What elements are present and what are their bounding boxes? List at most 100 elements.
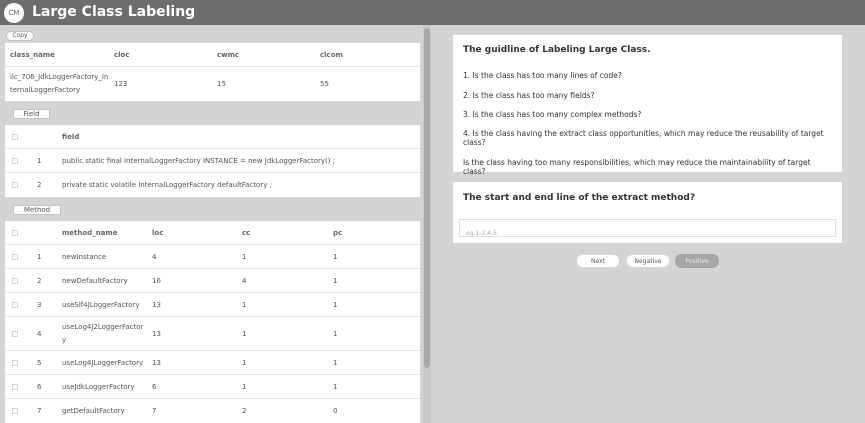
- method-pc: 1: [333, 277, 338, 285]
- method-name-line1: useLog4J2LoggerFactor: [62, 323, 144, 331]
- method-row-checkbox[interactable]: [12, 331, 18, 337]
- method-pc: 0: [333, 407, 338, 415]
- app-logo: CM: [4, 3, 24, 23]
- select-all-methods-checkbox[interactable]: [12, 230, 18, 236]
- method-name: useSlf4JLoggerFactory: [62, 301, 140, 309]
- col-pc: pc: [333, 229, 343, 237]
- cloc-value: 123: [114, 80, 128, 88]
- method-pc: 1: [333, 330, 338, 338]
- field-row-checkbox[interactable]: [12, 158, 18, 164]
- method-row-checkbox[interactable]: [12, 278, 18, 284]
- method-name: newInstance: [62, 253, 107, 261]
- field-table-header: field: [5, 125, 420, 149]
- extract-lines-input-wrapper[interactable]: [459, 219, 836, 242]
- method-cc: 1: [242, 359, 247, 367]
- method-row-checkbox[interactable]: [12, 302, 18, 308]
- guideline-item: 1. Is the class has too many lines of co…: [463, 71, 622, 80]
- left-scrollbar-thumb[interactable]: [424, 28, 430, 368]
- guideline-item: 2. Is the class has too many fields?: [463, 91, 595, 100]
- guideline-card: The guidline of Labeling Large Class. 1.…: [453, 35, 842, 176]
- method-section-tag: Method: [13, 205, 61, 215]
- method-row[interactable]: 2 newDefaultFactory 16 4 1: [5, 269, 420, 293]
- method-loc: 16: [152, 277, 161, 285]
- method-row[interactable]: 6 useJdkLoggerFactory 6 1 1: [5, 375, 420, 399]
- method-row-number: 6: [37, 383, 42, 391]
- field-row-number: 1: [37, 157, 42, 165]
- method-row[interactable]: 7 getDefaultFactory 7 2 0: [5, 399, 420, 423]
- method-cc: 4: [242, 277, 247, 285]
- method-row[interactable]: 4 useLog4J2LoggerFactor y 13 1 1: [5, 317, 420, 351]
- negative-button[interactable]: Negative: [626, 254, 670, 268]
- extract-lines-input[interactable]: [460, 225, 835, 242]
- clcom-value: 55: [320, 80, 329, 88]
- method-cc: 2: [242, 407, 247, 415]
- cwmc-value: 15: [217, 80, 226, 88]
- field-row-number: 2: [37, 181, 42, 189]
- method-cc: 1: [242, 330, 247, 338]
- method-row-number: 4: [37, 330, 42, 338]
- method-loc: 7: [152, 407, 157, 415]
- field-section-tag: Field: [13, 109, 50, 119]
- method-row-number: 2: [37, 277, 42, 285]
- method-row-number: 5: [37, 359, 42, 367]
- method-row[interactable]: 1 newInstance 4 1 1: [5, 245, 420, 269]
- method-row-checkbox[interactable]: [12, 254, 18, 260]
- method-loc: 13: [152, 359, 161, 367]
- method-pc: 1: [333, 359, 338, 367]
- col-cc: cc: [242, 229, 251, 237]
- method-row-number: 7: [37, 407, 42, 415]
- method-row[interactable]: 5 useLog4JLoggerFactory 13 1 1: [5, 351, 420, 375]
- col-cloc: cloc: [114, 51, 130, 59]
- field-row-checkbox[interactable]: [12, 182, 18, 188]
- guideline-item: Is the class having too many responsibil…: [463, 158, 811, 176]
- method-loc: 13: [152, 330, 161, 338]
- method-row-checkbox[interactable]: [12, 408, 18, 414]
- col-field: field: [62, 133, 80, 141]
- method-row-number: 3: [37, 301, 42, 309]
- method-cc: 1: [242, 301, 247, 309]
- class-name-line2: ternalLoggerFactory: [10, 86, 81, 94]
- guideline-item: 4. Is the class having the extract class…: [463, 129, 824, 147]
- method-row-checkbox[interactable]: [12, 384, 18, 390]
- method-loc: 4: [152, 253, 157, 261]
- col-method-name: method_name: [62, 229, 118, 237]
- method-name: useLog4JLoggerFactory: [62, 359, 144, 367]
- method-pc: 1: [333, 253, 338, 261]
- guideline-title: The guidline of Labeling Large Class.: [463, 45, 651, 55]
- method-cc: 1: [242, 383, 247, 391]
- col-loc: loc: [152, 229, 164, 237]
- field-row[interactable]: 2 private static volatile InternalLogger…: [5, 173, 420, 197]
- col-clcom: clcom: [320, 51, 343, 59]
- extract-method-question: The start and end line of the extract me…: [463, 193, 696, 203]
- class-name-line1: ilc_706_JdkLoggerFactory_In: [10, 73, 109, 81]
- app-title: Large Class Labeling: [32, 4, 196, 20]
- field-declaration: public static final InternalLoggerFactor…: [62, 157, 336, 165]
- method-loc: 6: [152, 383, 157, 391]
- col-class-name: class_name: [10, 51, 55, 59]
- next-button[interactable]: Next: [576, 254, 620, 268]
- method-table: method_name loc cc pc 1 newInstance 4 1 …: [5, 221, 420, 423]
- method-cc: 1: [242, 253, 247, 261]
- app-header: CM Large Class Labeling: [0, 0, 865, 25]
- method-row-checkbox[interactable]: [12, 360, 18, 366]
- field-table: field 1 public static final InternalLogg…: [5, 125, 420, 197]
- class-table-row: ilc_706_JdkLoggerFactory_In ternalLogger…: [5, 67, 420, 101]
- method-pc: 1: [333, 383, 338, 391]
- method-name-line2: y: [62, 336, 67, 344]
- field-row[interactable]: 1 public static final InternalLoggerFact…: [5, 149, 420, 173]
- positive-button[interactable]: Positive: [675, 254, 719, 268]
- method-table-header: method_name loc cc pc: [5, 221, 420, 245]
- field-declaration: private static volatile InternalLoggerFa…: [62, 181, 272, 189]
- guideline-item: 3. Is the class has too many complex met…: [463, 110, 642, 119]
- class-table-header: class_name cloc cwmc clcom: [5, 43, 420, 67]
- col-cwmc: cwmc: [217, 51, 240, 59]
- method-name: useJdkLoggerFactory: [62, 383, 135, 391]
- method-row-number: 1: [37, 253, 42, 261]
- method-pc: 1: [333, 301, 338, 309]
- class-metrics-table: class_name cloc cwmc clcom ilc_706_JdkLo…: [5, 43, 420, 101]
- method-loc: 13: [152, 301, 161, 309]
- method-row[interactable]: 3 useSlf4JLoggerFactory 13 1 1: [5, 293, 420, 317]
- method-name: newDefaultFactory: [62, 277, 128, 285]
- copy-button[interactable]: Copy: [6, 31, 34, 41]
- select-all-fields-checkbox[interactable]: [12, 134, 18, 140]
